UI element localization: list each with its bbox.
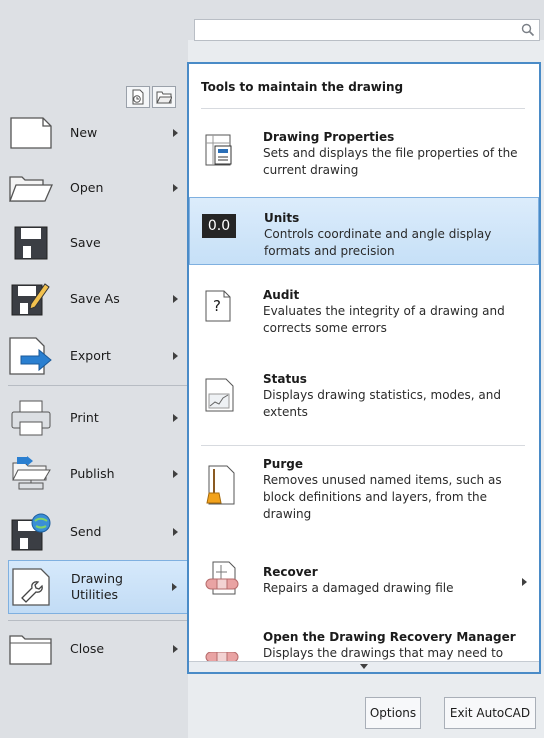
- menu-item-label: Save: [70, 235, 101, 250]
- submenu-arrow-icon: [522, 578, 527, 586]
- flyout-item-units[interactable]: 0.0 Units Controls coordinate and angle …: [189, 197, 539, 265]
- printer-icon: [8, 398, 54, 438]
- recent-documents-button[interactable]: [126, 86, 150, 108]
- menu-item-label: New: [70, 125, 98, 140]
- flyout-item-purge[interactable]: Purge Removes unused named items, such a…: [189, 427, 539, 537]
- options-button[interactable]: Options: [365, 697, 421, 729]
- send-icon: [8, 512, 54, 552]
- menu-item-publish[interactable]: Publish: [8, 447, 188, 501]
- drawing-properties-icon: [205, 134, 232, 166]
- status-icon: [205, 378, 234, 412]
- menu-item-drawing-utilities[interactable]: Drawing Utilities: [8, 560, 188, 614]
- flyout-item-description: Removes unused named items, such as bloc…: [263, 473, 502, 521]
- menu-item-label: Open: [70, 180, 104, 195]
- menu-item-label: Export: [70, 348, 111, 363]
- flyout-divider: [201, 108, 525, 109]
- recover-icon: [205, 561, 239, 595]
- open-documents-icon: [156, 91, 172, 104]
- flyout-item-recover[interactable]: Recover Repairs a damaged drawing file: [189, 553, 539, 613]
- flyout-scroll-down[interactable]: [189, 661, 539, 672]
- submenu-arrow-icon: [173, 470, 178, 478]
- menu-separator: [8, 620, 188, 621]
- submenu-arrow-icon: [173, 295, 178, 303]
- flyout-item-description: Sets and displays the file properties of…: [263, 146, 518, 177]
- menu-item-export[interactable]: Export: [8, 329, 188, 383]
- audit-icon: ?: [205, 290, 231, 322]
- menu-item-label: Close: [70, 641, 105, 656]
- menu-item-label: Publish: [70, 466, 115, 481]
- menu-item-label: Send: [70, 524, 102, 539]
- menu-item-label: Print: [70, 410, 99, 425]
- flyout-item-description: Repairs a damaged drawing file: [263, 581, 454, 595]
- flyout-item-title: Status: [263, 372, 307, 386]
- drawing-utilities-flyout: Tools to maintain the drawing Drawing Pr…: [187, 62, 541, 674]
- menu-item-save-as[interactable]: Save As: [8, 272, 188, 326]
- menu-item-close[interactable]: Close: [8, 622, 188, 676]
- recent-documents-icon: [132, 89, 144, 105]
- submenu-arrow-icon: [173, 352, 178, 360]
- flyout-item-title: Drawing Properties: [263, 130, 395, 144]
- flyout-item-description: Displays drawing statistics, modes, and …: [263, 388, 501, 419]
- submenu-arrow-icon: [173, 129, 178, 137]
- search-icon: [521, 23, 535, 37]
- submenu-arrow-icon: [173, 528, 178, 536]
- audit-icon-text: ?: [213, 297, 221, 315]
- flyout-item-title: Purge: [263, 457, 303, 471]
- submenu-arrow-icon: [172, 583, 177, 591]
- flyout-item-audit[interactable]: ? Audit Evaluates the integrity of a dra…: [189, 278, 539, 348]
- menu-item-save[interactable]: Save: [8, 216, 188, 270]
- flyout-item-title: Recover: [263, 565, 318, 579]
- menu-item-new[interactable]: New: [8, 106, 188, 160]
- submenu-arrow-icon: [173, 414, 178, 422]
- open-documents-button[interactable]: [152, 86, 176, 108]
- flyout-item-title: Audit: [263, 288, 300, 302]
- flyout-item-description: Evaluates the integrity of a drawing and…: [263, 304, 505, 335]
- flyout-item-title: Open the Drawing Recovery Manager: [263, 630, 516, 644]
- units-icon-text: 0.0: [207, 218, 231, 234]
- flyout-item-description: Displays the drawings that may need to: [263, 646, 504, 660]
- submenu-arrow-icon: [173, 184, 178, 192]
- search-input[interactable]: [194, 19, 540, 41]
- menu-item-send[interactable]: Send: [8, 505, 188, 559]
- publish-icon: [8, 454, 54, 494]
- flyout-item-description: Controls coordinate and angle display fo…: [264, 227, 492, 258]
- menu-item-print[interactable]: Print: [8, 391, 188, 445]
- scroll-down-arrow-icon: [360, 664, 368, 669]
- menu-item-label: Save As: [70, 291, 120, 306]
- units-icon: 0.0: [202, 214, 236, 238]
- menu-separator: [8, 385, 188, 386]
- menu-item-open[interactable]: Open: [8, 161, 188, 215]
- export-icon: [8, 336, 54, 376]
- open-folder-icon: [8, 168, 54, 208]
- flyout-item-title: Units: [264, 211, 300, 225]
- new-document-icon: [8, 113, 54, 153]
- drawing-utilities-icon: [9, 567, 55, 607]
- flyout-heading: Tools to maintain the drawing: [201, 80, 404, 94]
- close-document-icon: [8, 629, 54, 669]
- save-disk-icon: [8, 223, 54, 263]
- flyout-item-status[interactable]: Status Displays drawing statistics, mode…: [189, 360, 539, 430]
- purge-icon: [206, 465, 235, 505]
- save-as-icon: [8, 279, 54, 319]
- submenu-arrow-icon: [173, 645, 178, 653]
- menu-item-label: Drawing Utilities: [71, 571, 123, 602]
- flyout-item-drawing-properties[interactable]: Drawing Properties Sets and displays the…: [189, 124, 539, 194]
- exit-autocad-button[interactable]: Exit AutoCAD: [444, 697, 536, 729]
